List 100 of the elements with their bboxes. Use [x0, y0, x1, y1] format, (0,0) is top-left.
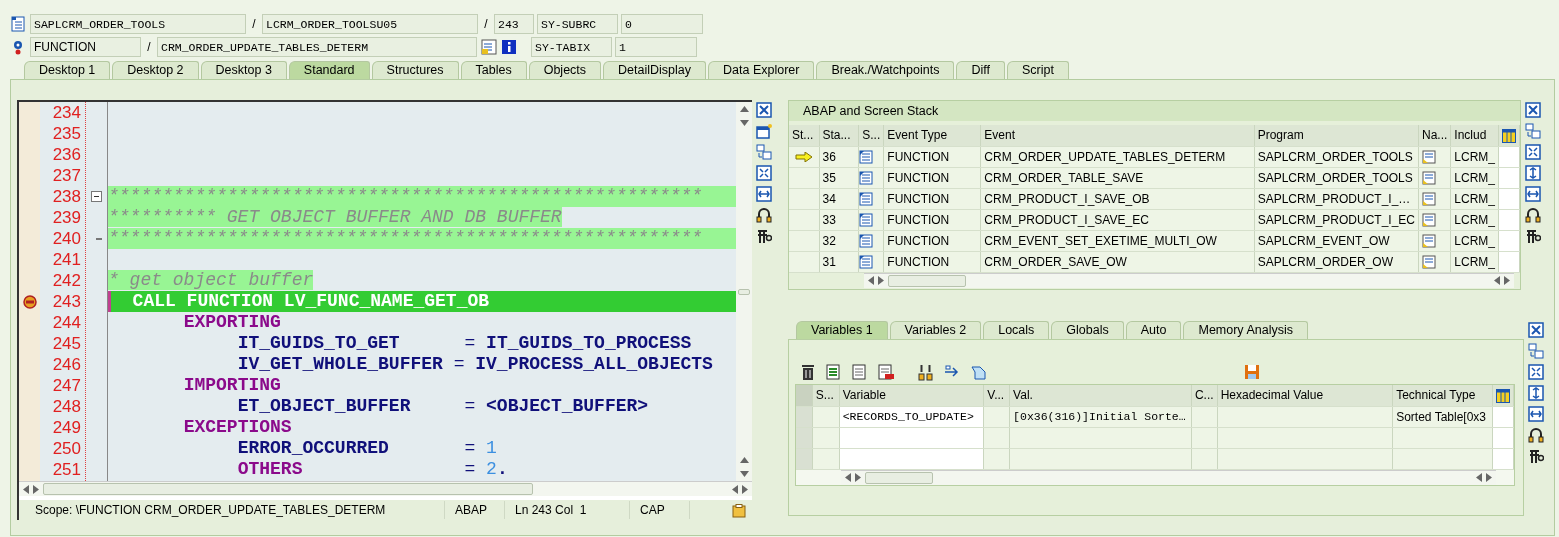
info-icon[interactable]: [501, 38, 517, 55]
breakpoint-icon[interactable]: [22, 294, 37, 309]
fullscreen-icon[interactable]: [1525, 144, 1542, 160]
tab[interactable]: DetailDisplay: [603, 61, 707, 79]
tab[interactable]: Data Explorer: [708, 61, 815, 79]
wrench-icon[interactable]: [1525, 228, 1542, 244]
scroll-left-icon[interactable]: [1494, 276, 1500, 285]
headset-icon[interactable]: [756, 207, 772, 223]
horizontal-resize-icon[interactable]: [1525, 186, 1542, 202]
close-icon[interactable]: [1528, 322, 1544, 338]
save-icon[interactable]: [1243, 363, 1261, 381]
column-header[interactable]: Variable: [839, 385, 984, 406]
tab[interactable]: Variables 1: [796, 321, 888, 339]
scroll-left-icon[interactable]: [1476, 473, 1482, 482]
collapse-icon[interactable]: [91, 191, 102, 202]
line-number: 234: [52, 103, 81, 122]
fullscreen-icon[interactable]: [1528, 364, 1544, 380]
headset-icon[interactable]: [1528, 427, 1544, 443]
tab[interactable]: Desktop 1: [24, 61, 111, 79]
swap-icon[interactable]: [1528, 343, 1544, 359]
window-icon[interactable]: [756, 123, 772, 139]
include-field[interactable]: LCRM_ORDER_TOOLSU05: [262, 13, 478, 34]
column-settings-icon[interactable]: [1495, 389, 1510, 404]
event-field[interactable]: CRM_ORDER_UPDATE_TABLES_DETERM: [157, 36, 477, 57]
tab[interactable]: Standard: [288, 61, 370, 79]
scroll-left-icon[interactable]: [845, 473, 851, 482]
tab[interactable]: Break./Watchpoints: [816, 61, 955, 79]
column-header[interactable]: C...: [1191, 385, 1218, 406]
vertical-resize-icon[interactable]: [1528, 385, 1544, 401]
scroll-up-icon[interactable]: [739, 106, 749, 112]
column-header[interactable]: St...: [789, 125, 819, 146]
scrollbar-thumb[interactable]: [865, 471, 933, 484]
column-header[interactable]: Na...: [1418, 125, 1451, 146]
column-header[interactable]: S...: [812, 385, 840, 406]
scroll-right-icon[interactable]: [1486, 473, 1492, 482]
scroll-right-icon[interactable]: [742, 484, 748, 494]
column-header[interactable]: Hexadecimal Value: [1217, 385, 1393, 406]
program-field[interactable]: SAPLCRM_ORDER_TOOLS: [30, 13, 246, 34]
tab[interactable]: Locals: [983, 321, 1050, 339]
system-field-value[interactable]: 0: [621, 13, 703, 34]
system-field-name[interactable]: SY-SUBRC: [537, 13, 618, 34]
tag-icon[interactable]: [969, 363, 987, 381]
scroll-down-icon[interactable]: [739, 120, 749, 126]
scroll-right-icon[interactable]: [33, 484, 39, 494]
line-field[interactable]: 243: [494, 13, 534, 34]
document-icon[interactable]: [851, 363, 869, 381]
close-icon[interactable]: [1525, 102, 1542, 118]
scroll-left-icon[interactable]: [732, 484, 738, 494]
column-header[interactable]: Program: [1254, 125, 1419, 146]
column-header[interactable]: Event: [980, 125, 1255, 146]
trash-icon[interactable]: [799, 363, 817, 381]
column-settings-icon[interactable]: [1502, 129, 1517, 144]
system-field-value[interactable]: 1: [615, 36, 697, 57]
column-header[interactable]: Includ: [1450, 125, 1499, 146]
wrench-icon[interactable]: [1528, 448, 1544, 464]
column-header[interactable]: Technical Type: [1392, 385, 1493, 406]
list-icon[interactable]: [825, 363, 843, 381]
tab[interactable]: Desktop 3: [200, 61, 287, 79]
tab[interactable]: Memory Analysis: [1183, 321, 1308, 339]
tab[interactable]: Variables 2: [889, 321, 982, 339]
event-type-field[interactable]: FUNCTION: [30, 36, 141, 57]
code-line: OTHERS = 2.: [237, 459, 508, 479]
scroll-right-icon[interactable]: [855, 473, 861, 482]
scroll-down-icon[interactable]: [739, 471, 749, 478]
fullscreen-icon[interactable]: [756, 165, 772, 181]
close-icon[interactable]: [756, 102, 772, 118]
scroll-right-icon[interactable]: [878, 276, 884, 285]
column-header[interactable]: Val.: [1009, 385, 1192, 406]
vertical-resize-icon[interactable]: [1525, 165, 1542, 181]
document-icon: [859, 213, 874, 228]
tab[interactable]: Tables: [460, 61, 527, 79]
swap-icon[interactable]: [756, 144, 772, 160]
wrench-icon[interactable]: [756, 228, 772, 244]
headset-icon[interactable]: [1525, 207, 1542, 223]
tab[interactable]: Script: [1006, 61, 1069, 79]
separator: /: [483, 15, 489, 33]
column-header[interactable]: S...: [858, 125, 884, 146]
scrollbar-thumb[interactable]: [43, 483, 533, 496]
column-header[interactable]: Event Type: [883, 125, 981, 146]
tab[interactable]: Diff: [956, 61, 1005, 79]
column-header[interactable]: Sta...: [819, 125, 859, 146]
clipboard-icon[interactable]: [732, 503, 746, 518]
horizontal-resize-icon[interactable]: [1528, 406, 1544, 422]
column-header[interactable]: V...: [983, 385, 1010, 406]
tab[interactable]: Globals: [1051, 321, 1124, 339]
scroll-right-icon[interactable]: [1504, 276, 1510, 285]
delete-list-icon[interactable]: [877, 363, 895, 381]
horizontal-resize-icon[interactable]: [756, 186, 772, 202]
scroll-left-icon[interactable]: [868, 276, 874, 285]
tab[interactable]: Auto: [1125, 321, 1182, 339]
scrollbar-thumb[interactable]: [888, 274, 966, 287]
tab[interactable]: Objects: [528, 61, 602, 79]
scrollbar-thumb[interactable]: [738, 288, 750, 295]
system-field-name[interactable]: SY-TABIX: [531, 36, 612, 57]
tab[interactable]: Desktop 2: [112, 61, 199, 79]
scroll-up-icon[interactable]: [739, 457, 749, 464]
scroll-left-icon[interactable]: [23, 484, 29, 494]
tab[interactable]: Structures: [371, 61, 459, 79]
table-cell: CRM_ORDER_UPDATE_TABLES_DETERM: [980, 146, 1255, 167]
swap-icon[interactable]: [1525, 123, 1542, 139]
